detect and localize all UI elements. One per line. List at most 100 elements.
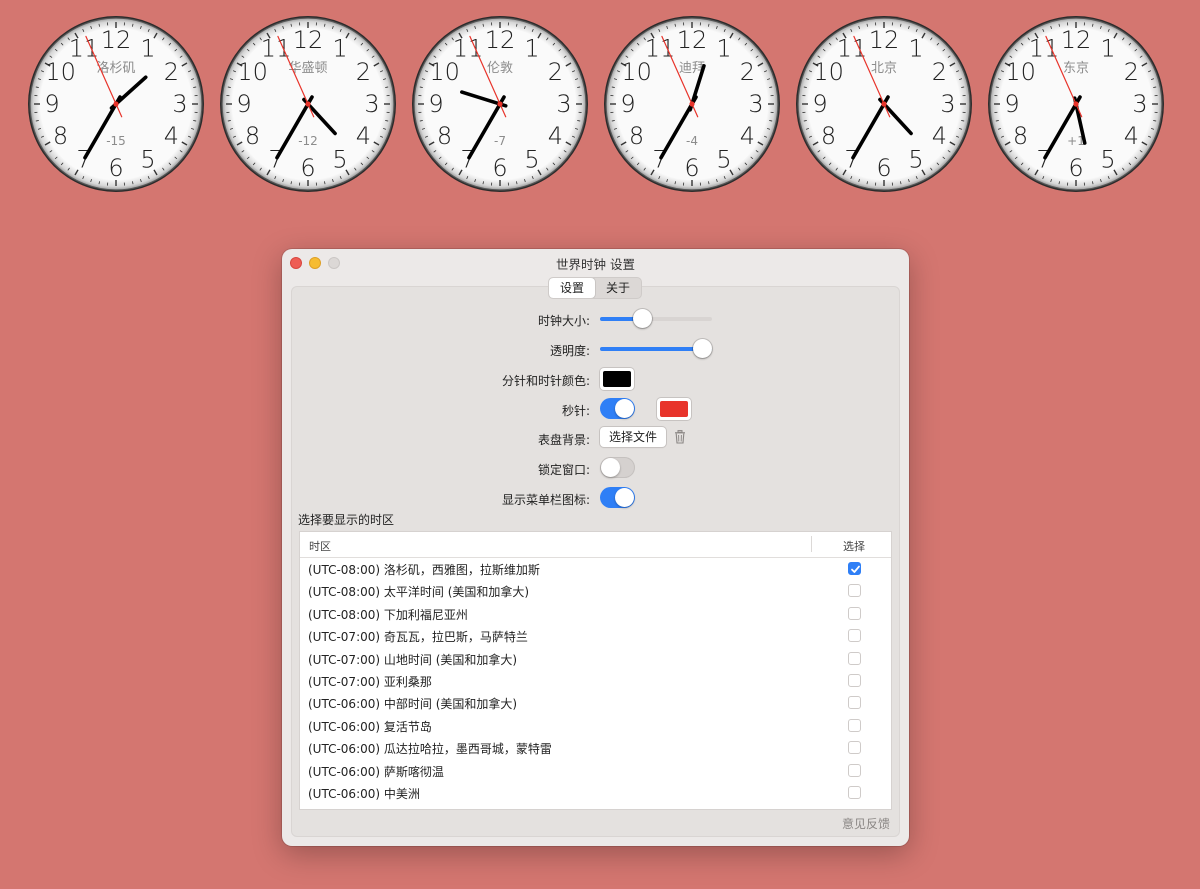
tab-settings[interactable]: 设置 bbox=[549, 278, 596, 298]
opacity-slider[interactable] bbox=[600, 339, 712, 358]
second-hand-color-well[interactable] bbox=[657, 398, 691, 420]
clock-widget[interactable]: 12 1 2 3 4 5 6 7 8 9 10 11 东京 +1 bbox=[986, 14, 1166, 194]
clock-number: 4 bbox=[932, 122, 947, 150]
clock-number: 3 bbox=[940, 90, 955, 118]
hand-color-well[interactable] bbox=[600, 368, 634, 390]
table-header: 时区 选择 bbox=[300, 532, 891, 558]
clock-number: 6 bbox=[108, 154, 123, 182]
table-row[interactable]: (UTC-06:00) 瓜达拉哈拉，墨西哥城，蒙特雷 bbox=[300, 737, 891, 759]
select-checkbox[interactable] bbox=[848, 673, 861, 687]
timezone-name: (UTC-07:00) 奇瓦瓦，拉巴斯，马萨特兰 bbox=[308, 630, 528, 645]
timezone-name: (UTC-08:00) 太平洋时间 (美国和加拿大) bbox=[308, 585, 530, 600]
select-checkbox[interactable] bbox=[848, 785, 861, 799]
timezone-name: (UTC-06:00) 中部时间 (美国和加拿大) bbox=[308, 697, 518, 712]
clock-number: 12 bbox=[293, 26, 324, 54]
feedback-link[interactable]: 意见反馈 bbox=[842, 815, 890, 832]
menu-icon-label: 显示菜单栏图标: bbox=[501, 493, 590, 507]
clock-city-label: 伦敦 bbox=[487, 60, 513, 76]
select-checkbox[interactable] bbox=[848, 718, 861, 732]
clock-number: 9 bbox=[620, 90, 635, 118]
column-separator bbox=[811, 536, 812, 552]
clock-number: 1 bbox=[140, 35, 155, 63]
clock-number: 11 bbox=[261, 35, 292, 63]
table-row[interactable]: (UTC-08:00) 太平洋时间 (美国和加拿大) bbox=[300, 580, 891, 602]
clock-number: 8 bbox=[821, 122, 836, 150]
trash-icon[interactable] bbox=[674, 430, 686, 444]
clock-number: 8 bbox=[53, 122, 68, 150]
clock-number: 4 bbox=[1124, 122, 1139, 150]
clock-number: 8 bbox=[437, 122, 452, 150]
column-header-zone[interactable]: 时区 bbox=[309, 538, 331, 554]
clock-number: 4 bbox=[740, 122, 755, 150]
select-checkbox[interactable] bbox=[848, 584, 861, 598]
select-checkbox[interactable] bbox=[848, 629, 861, 643]
table-row[interactable]: (UTC-07:00) 山地时间 (美国和加拿大) bbox=[300, 648, 891, 670]
clock-number: 2 bbox=[932, 58, 947, 86]
table-row[interactable]: (UTC-07:00) 奇瓦瓦，拉巴斯，马萨特兰 bbox=[300, 625, 891, 647]
clock-number: 11 bbox=[69, 35, 100, 63]
select-checkbox[interactable] bbox=[848, 741, 861, 755]
clock-widget[interactable]: 12 1 2 3 4 5 6 7 8 9 10 11 华盛顿 -12 bbox=[218, 14, 398, 194]
clock-widget[interactable]: 12 1 2 3 4 5 6 7 8 9 10 11 洛杉矶 -15 bbox=[26, 14, 206, 194]
clock-number: 6 bbox=[300, 154, 315, 182]
timezone-name: (UTC-07:00) 山地时间 (美国和加拿大) bbox=[308, 652, 518, 667]
clock-widget[interactable]: 12 1 2 3 4 5 6 7 8 9 10 11 北京 bbox=[794, 14, 974, 194]
clock-number: 2 bbox=[1124, 58, 1139, 86]
clock-number: 8 bbox=[1013, 122, 1028, 150]
clock-size-slider[interactable] bbox=[600, 309, 712, 328]
timezone-name: (UTC-07:00) 亚利桑那 bbox=[308, 674, 432, 689]
menu-icon-toggle[interactable] bbox=[600, 487, 635, 508]
desktop-clocks: 12 1 2 3 4 5 6 7 8 9 10 11 洛杉矶 -15 12 1 2 3 4 5 6 7 8 9 10 11 华盛顿… bbox=[0, 0, 1200, 200]
clock-number: 9 bbox=[1004, 90, 1019, 118]
select-checkbox[interactable] bbox=[848, 562, 861, 575]
clock-number: 6 bbox=[684, 154, 699, 182]
timezone-name: (UTC-06:00) 萨斯喀彻温 bbox=[308, 764, 444, 779]
table-row[interactable]: (UTC-06:00) 中美洲 bbox=[300, 782, 891, 804]
table-row[interactable]: (UTC-08:00) 洛杉矶，西雅图，拉斯维加斯 bbox=[300, 558, 891, 580]
table-row[interactable]: (UTC-06:00) 复活节岛 bbox=[300, 715, 891, 737]
choose-file-button[interactable]: 选择文件 bbox=[600, 427, 667, 447]
select-checkbox[interactable] bbox=[848, 763, 861, 777]
clock-widget[interactable]: 12 1 2 3 4 5 6 7 8 9 10 11 伦敦 -7 bbox=[410, 14, 590, 194]
slider-knob[interactable] bbox=[693, 339, 712, 358]
timezone-table[interactable]: 时区 选择 (UTC-08:00) 洛杉矶，西雅图，拉斯维加斯 (UTC-08:0… bbox=[299, 531, 892, 810]
select-checkbox[interactable] bbox=[848, 696, 861, 710]
select-checkbox[interactable] bbox=[848, 651, 861, 665]
lock-window-toggle[interactable] bbox=[600, 457, 635, 478]
tab-about[interactable]: 关于 bbox=[595, 278, 641, 298]
clock-widget[interactable]: 12 1 2 3 4 5 6 7 8 9 10 11 迪拜 -4 bbox=[602, 14, 782, 194]
clock-number: 5 bbox=[908, 145, 923, 173]
clock-face: 12 1234567891011伦敦-7 bbox=[412, 16, 588, 192]
clock-number: 5 bbox=[524, 145, 539, 173]
clock-number: 4 bbox=[164, 122, 179, 150]
clock-number: 12 bbox=[485, 26, 516, 54]
select-checkbox[interactable] bbox=[848, 606, 861, 620]
clock-number: 2 bbox=[164, 58, 179, 86]
clock-center-pin bbox=[113, 101, 119, 107]
clock-offset-label: -12 bbox=[298, 134, 318, 148]
second-hand-label: 秒针: bbox=[561, 404, 590, 418]
table-row[interactable]: (UTC-06:00) 中部时间 (美国和加拿大) bbox=[300, 692, 891, 714]
hand-color-swatch bbox=[603, 371, 631, 387]
clock-number: 4 bbox=[548, 122, 563, 150]
clock-number: 11 bbox=[453, 35, 484, 63]
timezone-name: (UTC-08:00) 洛杉矶，西雅图，拉斯维加斯 bbox=[308, 563, 540, 577]
clock-number: 9 bbox=[812, 90, 827, 118]
column-header-select[interactable]: 选择 bbox=[843, 538, 865, 554]
checkmark-icon bbox=[851, 565, 860, 573]
clock-number: 12 bbox=[101, 26, 132, 54]
title-bar[interactable]: 世界时钟 设置 bbox=[282, 249, 909, 275]
clock-number: 4 bbox=[356, 122, 371, 150]
timezone-heading: 选择要显示的时区 bbox=[298, 513, 395, 527]
table-body: (UTC-08:00) 洛杉矶，西雅图，拉斯维加斯 (UTC-08:00) 太平洋… bbox=[300, 558, 891, 804]
clock-number: 5 bbox=[332, 145, 347, 173]
timezone-name: (UTC-06:00) 中美洲 bbox=[308, 786, 420, 801]
clock-center-pin bbox=[881, 101, 887, 107]
clock-number: 9 bbox=[44, 90, 59, 118]
table-row[interactable]: (UTC-07:00) 亚利桑那 bbox=[300, 670, 891, 692]
second-hand-toggle[interactable] bbox=[600, 398, 635, 419]
table-row[interactable]: (UTC-08:00) 下加利福尼亚州 bbox=[300, 603, 891, 625]
clock-number: 6 bbox=[492, 154, 507, 182]
clock-center-pin bbox=[497, 101, 503, 107]
table-row[interactable]: (UTC-06:00) 萨斯喀彻温 bbox=[300, 760, 891, 782]
